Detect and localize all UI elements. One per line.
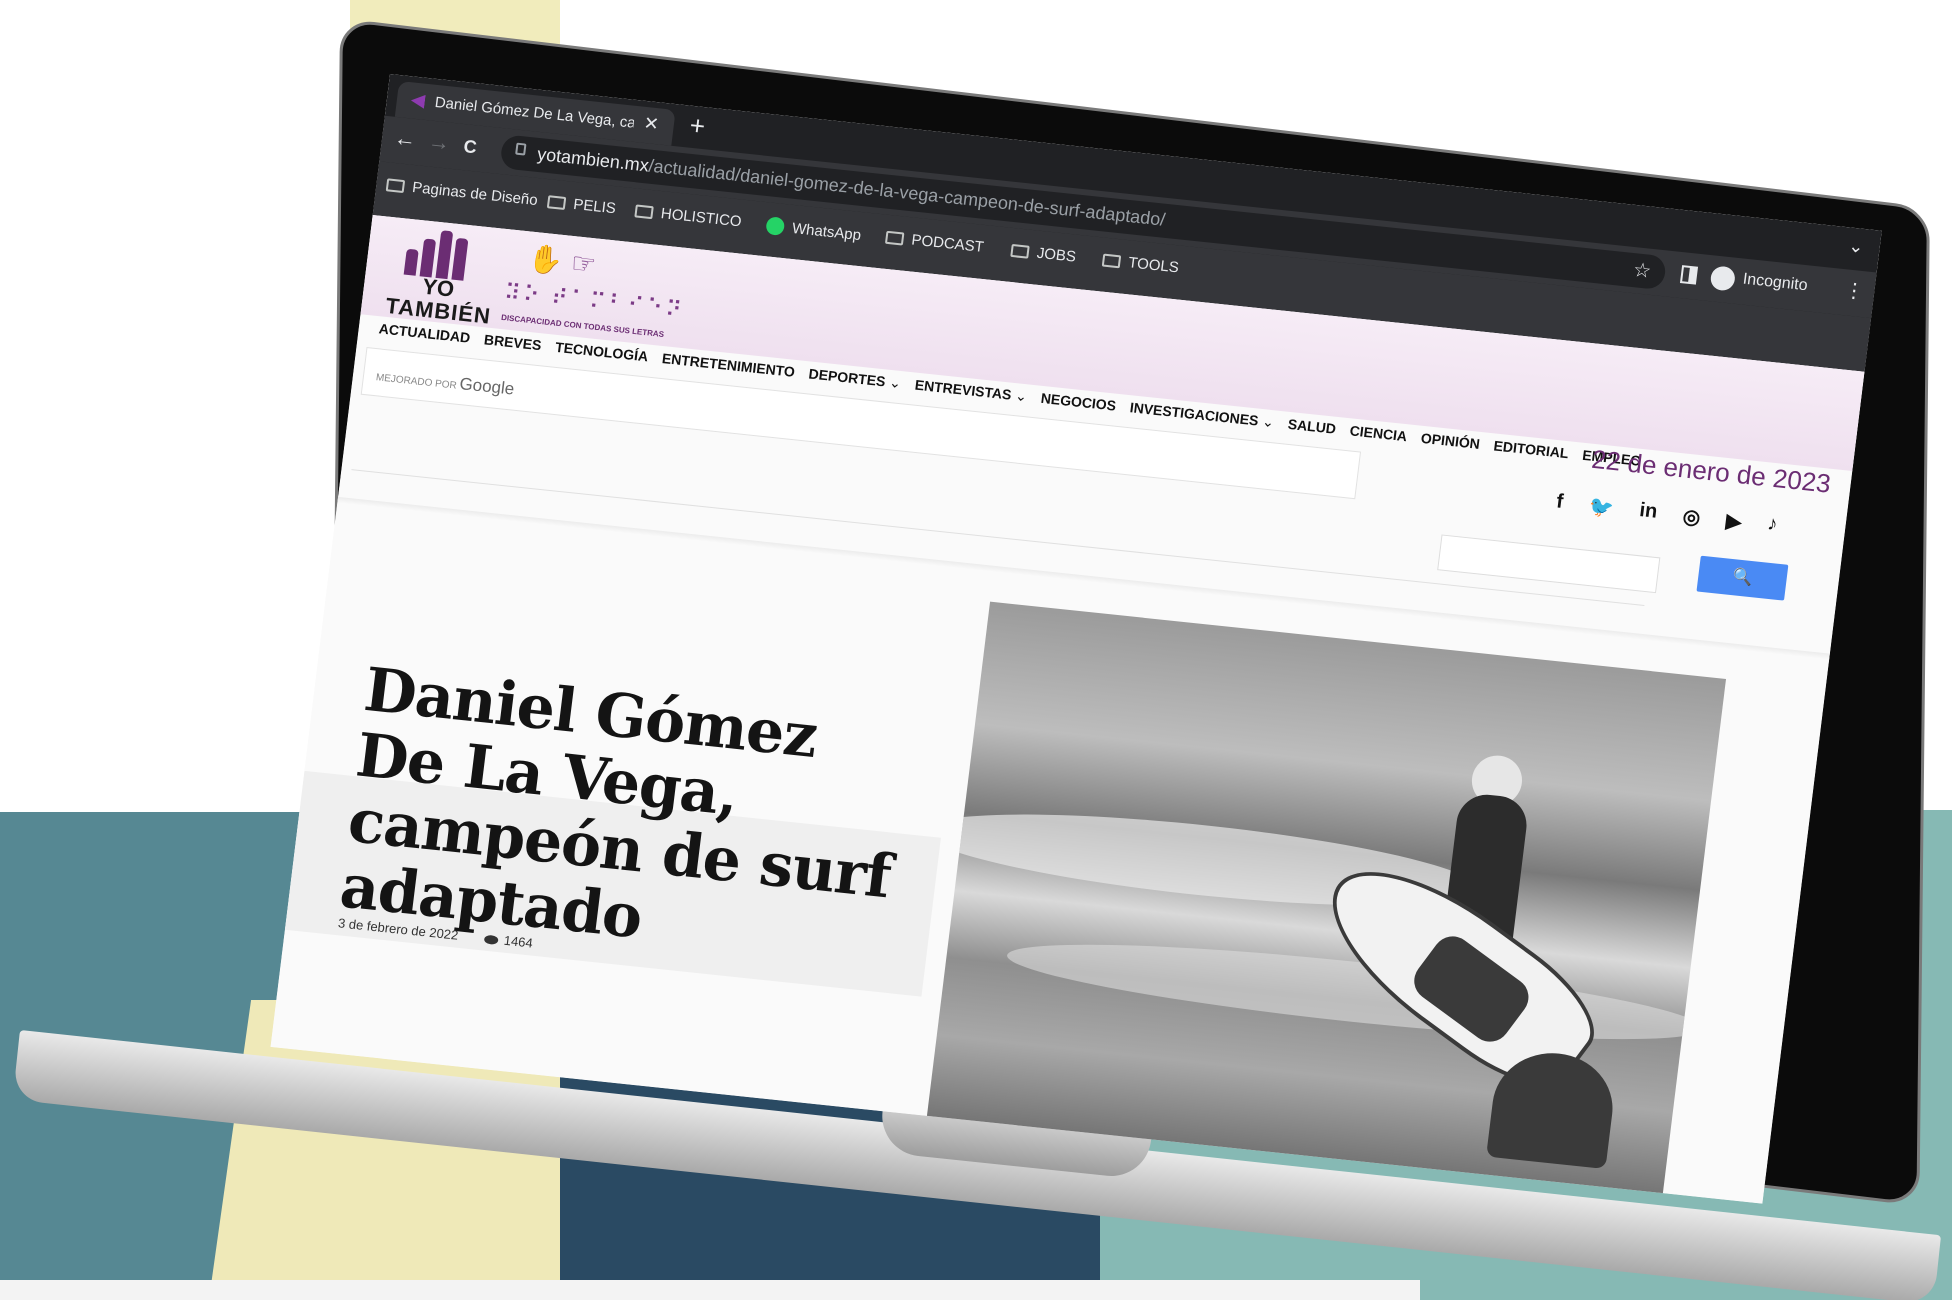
sign-language-icon: ✋ ☞ <box>526 242 598 281</box>
laptop-screen: Daniel Gómez De La Vega, cam ✕ + ⌄ ← → C… <box>270 74 1882 1204</box>
nav-item[interactable]: NEGOCIOS <box>1040 390 1117 415</box>
reload-button[interactable]: C <box>462 136 478 158</box>
search-button[interactable]: 🔍 <box>1696 555 1789 601</box>
tiktok-icon[interactable]: ♪ <box>1766 513 1779 539</box>
folder-icon <box>546 195 567 211</box>
chevron-down-icon: ⌄ <box>1261 413 1276 431</box>
bookmark-whatsapp[interactable]: WhatsApp <box>765 216 862 244</box>
linkedin-icon[interactable]: in <box>1638 499 1658 526</box>
favicon-icon <box>410 93 426 108</box>
twitter-icon[interactable]: 🐦 <box>1587 494 1615 521</box>
folder-icon <box>884 230 905 246</box>
new-tab-button[interactable]: + <box>688 110 707 142</box>
google-logo: Google <box>458 374 516 399</box>
nav-label: BREVES <box>483 331 543 354</box>
folder-icon <box>1101 253 1122 269</box>
folder-icon <box>634 204 654 220</box>
back-button[interactable]: ← <box>393 125 418 153</box>
background-strip <box>0 1280 1420 1300</box>
bookmark-folder[interactable]: TOOLS <box>1101 252 1180 277</box>
instagram-icon[interactable]: ◎ <box>1681 504 1702 531</box>
folder-icon <box>385 178 406 194</box>
nav-label: SALUD <box>1286 415 1337 437</box>
nav-label: OPINIÓN <box>1420 429 1481 452</box>
bookmark-label: WhatsApp <box>791 219 863 244</box>
url-host: yotambien.mx <box>536 143 650 176</box>
facebook-icon[interactable]: f <box>1555 490 1564 516</box>
chevron-down-icon: ⌄ <box>888 373 902 392</box>
nav-item[interactable]: CIENCIA <box>1349 422 1408 445</box>
nav-label: CIENCIA <box>1348 422 1409 445</box>
chevron-down-icon: ⌄ <box>1014 387 1029 405</box>
bookmark-folder[interactable]: Paginas de Diseño <box>385 176 539 210</box>
incognito-icon[interactable] <box>1709 265 1737 292</box>
bookmark-folder[interactable]: HOLISTICO <box>634 202 742 230</box>
nav-item[interactable]: BREVES <box>483 331 542 354</box>
whatsapp-icon <box>765 216 786 236</box>
web-page: YO TAMBIÉN ✋ ☞ ⠽⠕ ⠞⠁⠍⠃⠊⠑⠝ DISCAPACIDAD C… <box>270 214 1865 1204</box>
search-brand-prefix: MEJORADO POR <box>375 372 458 392</box>
site-logo[interactable]: YO TAMBIÉN <box>384 223 495 329</box>
article-photo <box>921 601 1727 1204</box>
youtube-icon[interactable]: ▶ <box>1725 508 1743 534</box>
search-branding: MEJORADO POR Google <box>375 365 515 399</box>
star-icon[interactable]: ☆ <box>1632 257 1653 284</box>
bookmark-label: TOOLS <box>1127 254 1180 277</box>
nav-label: EDITORIAL <box>1492 437 1570 462</box>
menu-icon[interactable]: ⋮ <box>1843 277 1866 304</box>
nav-item[interactable]: SALUD <box>1287 416 1337 438</box>
lock-icon <box>515 142 527 156</box>
bookmark-label: JOBS <box>1035 244 1077 266</box>
eye-icon <box>483 934 499 946</box>
bookmark-label: HOLISTICO <box>659 205 743 231</box>
mockup-stage: Daniel Gómez De La Vega, cam ✕ + ⌄ ← → C… <box>0 0 1952 1300</box>
incognito-label[interactable]: Incognito <box>1742 271 1809 296</box>
bookmark-folder[interactable]: JOBS <box>1010 242 1077 266</box>
bookmark-label: PODCAST <box>910 231 985 256</box>
folder-icon <box>1010 243 1030 259</box>
logo-mark <box>390 223 496 283</box>
forward-button[interactable]: → <box>426 128 452 156</box>
nav-label: NEGOCIOS <box>1039 389 1118 414</box>
social-links: f 🐦 in ◎ ▶ ♪ <box>1555 490 1779 538</box>
nav-label: DEPORTES <box>807 365 887 390</box>
views-count: 1464 <box>503 932 534 951</box>
close-icon[interactable]: ✕ <box>643 113 660 135</box>
bookmark-label: Paginas de Diseño <box>411 179 539 210</box>
nav-item[interactable]: EDITORIAL <box>1493 437 1570 462</box>
bookmark-folder[interactable]: PELIS <box>546 193 617 218</box>
bookmark-label: PELIS <box>572 195 617 218</box>
bookmark-folder[interactable]: PODCAST <box>884 229 985 256</box>
side-panel-icon[interactable] <box>1679 265 1699 285</box>
nav-item[interactable]: OPINIÓN <box>1420 430 1481 453</box>
chevron-down-icon[interactable]: ⌄ <box>1847 235 1864 257</box>
